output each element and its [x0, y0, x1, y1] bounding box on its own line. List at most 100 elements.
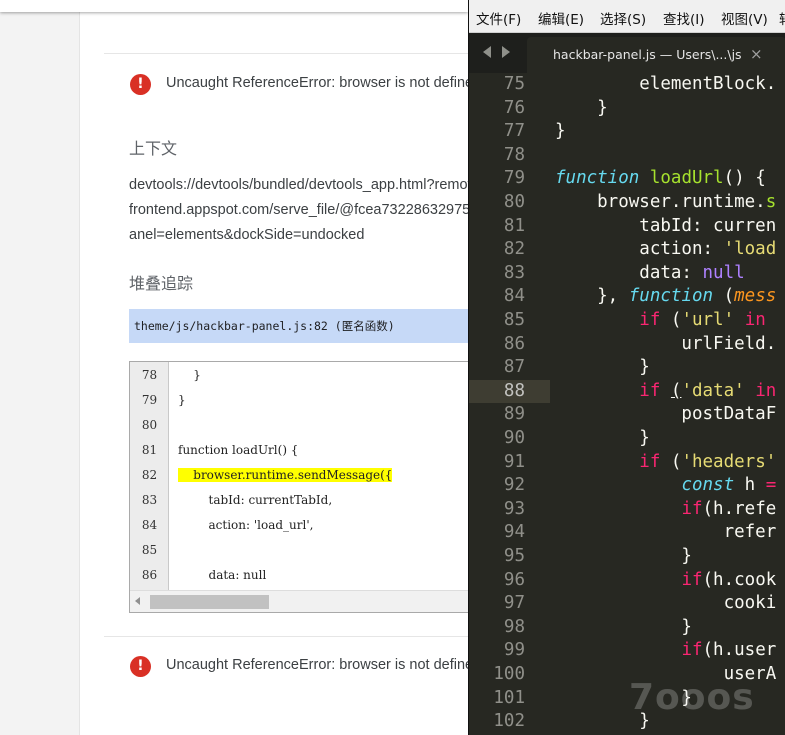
- line-number: 97: [503, 593, 525, 614]
- code-line: 89 postDataF: [469, 403, 785, 427]
- error-icon: !: [130, 74, 151, 95]
- stack-trace-title: 堆叠追踪: [129, 274, 194, 293]
- code-text: }, function (mess: [555, 286, 777, 307]
- tab-scroll-right-icon[interactable]: [502, 46, 510, 58]
- context-line: devtools://devtools/bundled/devtools_app…: [129, 177, 468, 193]
- devtools-error-page: ! Uncaught ReferenceError: browser is no…: [0, 0, 468, 735]
- line-number: 83: [503, 262, 525, 283]
- code-text: refer: [555, 522, 777, 543]
- code-text: }: [555, 357, 650, 378]
- scroll-left-arrow-icon[interactable]: [135, 597, 140, 605]
- code-text: }: [555, 121, 566, 142]
- watermark-logo: 7ooos: [629, 677, 755, 718]
- error-message: Uncaught ReferenceError: browser is not …: [166, 75, 468, 91]
- code-text: elementBlock.: [555, 74, 777, 94]
- code-text: data: null: [555, 262, 745, 283]
- source-line: 83 tabId: currentTabId,: [130, 488, 468, 513]
- menu-bar: 文件(F) 编辑(E) 选择(S) 查找(I) 视图(V) 转: [469, 0, 785, 33]
- line-number: 94: [503, 522, 525, 543]
- line-number: 88: [503, 380, 525, 401]
- code-text: browser.runtime.s: [555, 192, 777, 212]
- source-line-code: }: [178, 393, 186, 407]
- menu-file[interactable]: 文件(F): [476, 8, 521, 28]
- source-line-number: 85: [141, 543, 158, 557]
- source-line: 84 action: 'load_url',: [130, 513, 468, 538]
- code-line: 97 cooki: [469, 592, 785, 616]
- source-line-number: 80: [141, 418, 158, 432]
- line-number: 99: [503, 640, 525, 661]
- source-line-number: 86: [141, 568, 158, 582]
- code-text: }: [555, 546, 692, 566]
- line-number: 91: [503, 451, 525, 472]
- code-text: action: 'load: [555, 239, 777, 260]
- line-number: 89: [503, 404, 525, 425]
- code-text: if(h.refe: [681, 498, 777, 519]
- code-line: 94 refer: [469, 521, 785, 545]
- menu-edit[interactable]: 编辑(E): [538, 8, 584, 28]
- menu-find[interactable]: 查找(I): [663, 8, 705, 28]
- menu-goto[interactable]: 转: [779, 8, 785, 28]
- code-line: 85 if ('url' in: [469, 309, 785, 333]
- line-number: 101: [493, 687, 525, 708]
- error-entry[interactable]: ! Uncaught ReferenceError: browser is no…: [130, 654, 468, 678]
- divider: [104, 53, 468, 54]
- code-text: if ('data' in: [639, 380, 777, 401]
- stack-trace-text: theme/js/hackbar-panel.js:82 (匿名函数): [134, 319, 395, 333]
- line-number: 86: [503, 333, 525, 354]
- line-number: 76: [503, 97, 525, 118]
- line-number: 78: [503, 144, 525, 165]
- error-icon: !: [130, 656, 151, 677]
- line-number: 79: [503, 168, 525, 189]
- code-line: 86 urlField.: [469, 333, 785, 357]
- code-text: if ('url' in: [639, 310, 766, 330]
- source-line: 82 browser.runtime.sendMessage({: [130, 463, 468, 488]
- source-line-code: function loadUrl() {: [178, 443, 299, 457]
- close-icon[interactable]: ×: [750, 45, 763, 63]
- source-line-number: 78: [141, 368, 158, 382]
- file-tab[interactable]: hackbar-panel.js — Users\...\js ×: [527, 37, 785, 73]
- line-number: 77: [503, 121, 525, 142]
- code-line: 91 if ('headers': [469, 451, 785, 475]
- error-entry[interactable]: ! Uncaught ReferenceError: browser is no…: [130, 72, 468, 96]
- horizontal-scrollbar[interactable]: [130, 590, 468, 612]
- code-text: const h =: [681, 475, 777, 496]
- code-line: 78: [469, 144, 785, 168]
- source-line-number: 79: [141, 393, 158, 407]
- code-text: }: [555, 428, 650, 448]
- code-line: 93 if(h.refe: [469, 498, 785, 522]
- code-line: 81 tabId: curren: [469, 215, 785, 239]
- code-line: 90 }: [469, 427, 785, 451]
- source-line-code: browser.runtime.sendMessage({: [178, 468, 393, 482]
- line-number: 81: [503, 215, 525, 236]
- code-area[interactable]: 75 elementBlock. 76 } 77} 78 79 function load…: [469, 73, 785, 735]
- code-text: if ('headers': [639, 451, 777, 472]
- source-line: 86 data: null: [130, 563, 468, 588]
- line-number: 82: [503, 239, 525, 260]
- tab-scroll-left-icon[interactable]: [483, 46, 491, 58]
- source-line-code: }: [178, 368, 201, 382]
- line-number: 75: [503, 74, 525, 94]
- source-line-code: tabId: currentTabId,: [178, 493, 333, 507]
- context-line: frontend.appspot.com/serve_file/@fcea732…: [129, 202, 468, 218]
- scroll-thumb[interactable]: [150, 595, 269, 609]
- code-text: function loadUrl() {: [555, 168, 766, 189]
- context-line: anel=elements&dockSide=undocked: [129, 227, 365, 243]
- source-line-number: 82: [141, 468, 158, 482]
- code-line: 92 const h =: [469, 474, 785, 498]
- code-line: 75 elementBlock.: [469, 73, 785, 97]
- code-text: cooki: [555, 593, 777, 614]
- top-bar: [0, 0, 468, 12]
- stack-trace-entry[interactable]: theme/js/hackbar-panel.js:82 (匿名函数): [129, 309, 468, 343]
- context-title: 上下文: [129, 139, 178, 158]
- code-line: 87 }: [469, 356, 785, 380]
- code-text: postDataF: [555, 404, 777, 425]
- line-number: 84: [503, 286, 525, 307]
- line-number: 90: [503, 428, 525, 448]
- menu-view[interactable]: 视图(V): [721, 8, 768, 28]
- source-line: 79}: [130, 388, 468, 413]
- code-line: 82 action: 'load: [469, 238, 785, 262]
- source-line-code: action: 'load_url',: [178, 518, 314, 532]
- source-line: 81 function loadUrl() {: [130, 438, 468, 463]
- line-number: 85: [503, 310, 525, 330]
- menu-selection[interactable]: 选择(S): [600, 8, 646, 28]
